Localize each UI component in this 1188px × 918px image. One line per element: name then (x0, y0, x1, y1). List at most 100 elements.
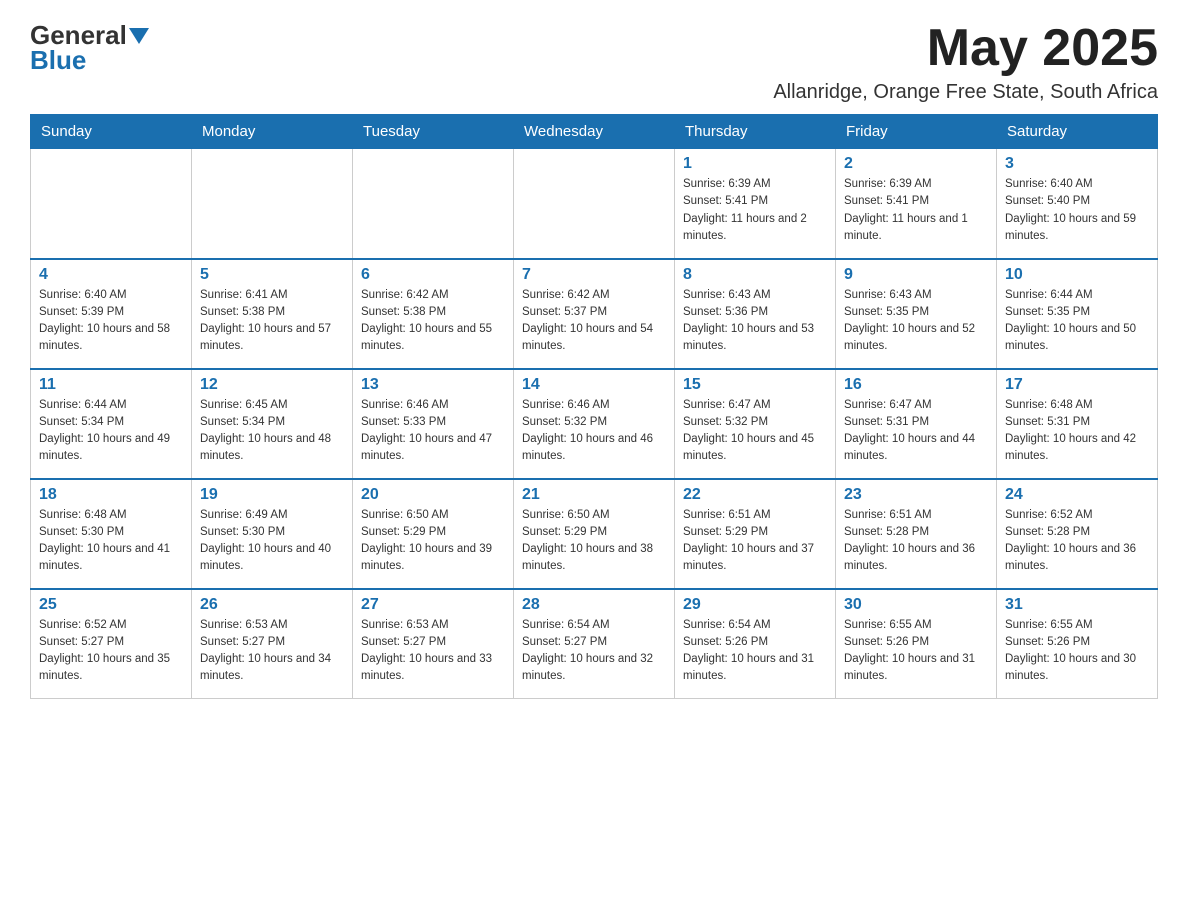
day-info: Sunrise: 6:47 AMSunset: 5:31 PMDaylight:… (844, 397, 988, 466)
calendar-week-row: 1 Sunrise: 6:39 AMSunset: 5:41 PMDaylight… (31, 149, 1158, 259)
calendar-cell: 2 Sunrise: 6:39 AMSunset: 5:41 PMDaylight… (836, 149, 997, 259)
day-info: Sunrise: 6:53 AMSunset: 5:27 PMDaylight:… (361, 617, 505, 686)
day-number: 2 (844, 155, 988, 173)
day-number: 29 (683, 596, 827, 614)
calendar-cell: 11 Sunrise: 6:44 AMSunset: 5:34 PMDayligh… (31, 369, 192, 479)
day-number: 11 (39, 376, 183, 394)
day-info: Sunrise: 6:45 AMSunset: 5:34 PMDaylight:… (200, 397, 344, 466)
day-number: 5 (200, 266, 344, 284)
day-info: Sunrise: 6:55 AMSunset: 5:26 PMDaylight:… (1005, 617, 1149, 686)
calendar-cell: 20Sunrise: 6:50 AMSunset: 5:29 PMDayligh… (353, 479, 514, 589)
calendar-cell: 6 Sunrise: 6:42 AMSunset: 5:38 PMDaylight… (353, 259, 514, 369)
calendar-cell: 1Sunrise: 6:39 AMSunset: 5:41 PMDaylight… (675, 149, 836, 259)
calendar-cell: 24 Sunrise: 6:52 AMSunset: 5:28 PMDayligh… (997, 479, 1158, 589)
day-number: 21 (522, 486, 666, 504)
day-number: 3 (1005, 155, 1149, 173)
day-number: 10 (1005, 266, 1149, 284)
calendar-cell: 17Sunrise: 6:48 AMSunset: 5:31 PMDayligh… (997, 369, 1158, 479)
day-number: 31 (1005, 596, 1149, 614)
calendar-cell: 8 Sunrise: 6:43 AMSunset: 5:36 PMDaylight… (675, 259, 836, 369)
title-section: May 2025 Allanridge, Orange Free State, … (773, 20, 1158, 104)
day-info: Sunrise: 6:49 AMSunset: 5:30 PMDaylight:… (200, 507, 344, 576)
calendar-cell: 4 Sunrise: 6:40 AMSunset: 5:39 PMDaylight… (31, 259, 192, 369)
day-number: 8 (683, 266, 827, 284)
day-info: Sunrise: 6:39 AMSunset: 5:41 PMDaylight:… (844, 176, 988, 245)
day-info: Sunrise: 6:42 AMSunset: 5:38 PMDaylight:… (361, 287, 505, 356)
day-number: 7 (522, 266, 666, 284)
calendar-cell: 18Sunrise: 6:48 AMSunset: 5:30 PMDayligh… (31, 479, 192, 589)
calendar-cell: 13 Sunrise: 6:46 AMSunset: 5:33 PMDayligh… (353, 369, 514, 479)
calendar-cell: 26 Sunrise: 6:53 AMSunset: 5:27 PMDayligh… (192, 589, 353, 699)
day-number: 13 (361, 376, 505, 394)
day-number: 12 (200, 376, 344, 394)
calendar-cell: 12 Sunrise: 6:45 AMSunset: 5:34 PMDayligh… (192, 369, 353, 479)
day-info: Sunrise: 6:43 AMSunset: 5:36 PMDaylight:… (683, 287, 827, 356)
calendar-week-row: 25 Sunrise: 6:52 AMSunset: 5:27 PMDayligh… (31, 589, 1158, 699)
calendar-week-row: 18Sunrise: 6:48 AMSunset: 5:30 PMDayligh… (31, 479, 1158, 589)
day-number: 23 (844, 486, 988, 504)
page-header: General Blue May 2025 Allanridge, Orange… (30, 20, 1158, 104)
calendar-header-row: SundayMondayTuesdayWednesdayThursdayFrid… (31, 115, 1158, 149)
calendar-header-wednesday: Wednesday (514, 115, 675, 149)
calendar-cell: 14 Sunrise: 6:46 AMSunset: 5:32 PMDayligh… (514, 369, 675, 479)
day-info: Sunrise: 6:46 AMSunset: 5:33 PMDaylight:… (361, 397, 505, 466)
logo-blue-text: Blue (30, 45, 86, 76)
day-number: 19 (200, 486, 344, 504)
calendar-table: SundayMondayTuesdayWednesdayThursdayFrid… (30, 114, 1158, 699)
location-title: Allanridge, Orange Free State, South Afr… (773, 81, 1158, 104)
day-number: 25 (39, 596, 183, 614)
day-info: Sunrise: 6:47 AMSunset: 5:32 PMDaylight:… (683, 397, 827, 466)
calendar-cell: 15 Sunrise: 6:47 AMSunset: 5:32 PMDayligh… (675, 369, 836, 479)
day-info: Sunrise: 6:52 AMSunset: 5:28 PMDaylight:… (1005, 507, 1149, 576)
calendar-header-monday: Monday (192, 115, 353, 149)
day-number: 1 (683, 155, 827, 173)
calendar-cell (353, 149, 514, 259)
day-number: 14 (522, 376, 666, 394)
calendar-header-tuesday: Tuesday (353, 115, 514, 149)
calendar-header-saturday: Saturday (997, 115, 1158, 149)
calendar-cell: 9 Sunrise: 6:43 AMSunset: 5:35 PMDaylight… (836, 259, 997, 369)
logo: General Blue (30, 20, 149, 76)
day-info: Sunrise: 6:44 AMSunset: 5:34 PMDaylight:… (39, 397, 183, 466)
day-info: Sunrise: 6:46 AMSunset: 5:32 PMDaylight:… (522, 397, 666, 466)
calendar-cell: 3 Sunrise: 6:40 AMSunset: 5:40 PMDaylight… (997, 149, 1158, 259)
day-number: 24 (1005, 486, 1149, 504)
day-number: 15 (683, 376, 827, 394)
day-number: 20 (361, 486, 505, 504)
calendar-cell: 31 Sunrise: 6:55 AMSunset: 5:26 PMDayligh… (997, 589, 1158, 699)
day-number: 4 (39, 266, 183, 284)
day-info: Sunrise: 6:40 AMSunset: 5:40 PMDaylight:… (1005, 176, 1149, 245)
day-info: Sunrise: 6:43 AMSunset: 5:35 PMDaylight:… (844, 287, 988, 356)
calendar-header-thursday: Thursday (675, 115, 836, 149)
day-info: Sunrise: 6:52 AMSunset: 5:27 PMDaylight:… (39, 617, 183, 686)
day-info: Sunrise: 6:42 AMSunset: 5:37 PMDaylight:… (522, 287, 666, 356)
day-info: Sunrise: 6:50 AMSunset: 5:29 PMDaylight:… (522, 507, 666, 576)
day-number: 22 (683, 486, 827, 504)
logo-triangle-icon (129, 28, 149, 44)
day-info: Sunrise: 6:51 AMSunset: 5:28 PMDaylight:… (844, 507, 988, 576)
calendar-cell (514, 149, 675, 259)
day-number: 30 (844, 596, 988, 614)
calendar-header-sunday: Sunday (31, 115, 192, 149)
calendar-cell: 30 Sunrise: 6:55 AMSunset: 5:26 PMDayligh… (836, 589, 997, 699)
calendar-cell (31, 149, 192, 259)
calendar-cell: 29Sunrise: 6:54 AMSunset: 5:26 PMDayligh… (675, 589, 836, 699)
day-info: Sunrise: 6:48 AMSunset: 5:30 PMDaylight:… (39, 507, 183, 576)
day-number: 17 (1005, 376, 1149, 394)
day-number: 26 (200, 596, 344, 614)
day-info: Sunrise: 6:54 AMSunset: 5:27 PMDaylight:… (522, 617, 666, 686)
calendar-cell: 21 Sunrise: 6:50 AMSunset: 5:29 PMDayligh… (514, 479, 675, 589)
day-info: Sunrise: 6:53 AMSunset: 5:27 PMDaylight:… (200, 617, 344, 686)
calendar-cell: 27 Sunrise: 6:53 AMSunset: 5:27 PMDayligh… (353, 589, 514, 699)
day-number: 27 (361, 596, 505, 614)
day-number: 6 (361, 266, 505, 284)
calendar-cell: 19 Sunrise: 6:49 AMSunset: 5:30 PMDayligh… (192, 479, 353, 589)
day-info: Sunrise: 6:40 AMSunset: 5:39 PMDaylight:… (39, 287, 183, 356)
day-info: Sunrise: 6:41 AMSunset: 5:38 PMDaylight:… (200, 287, 344, 356)
calendar-cell (192, 149, 353, 259)
day-number: 9 (844, 266, 988, 284)
calendar-cell: 23 Sunrise: 6:51 AMSunset: 5:28 PMDayligh… (836, 479, 997, 589)
calendar-cell: 16Sunrise: 6:47 AMSunset: 5:31 PMDayligh… (836, 369, 997, 479)
calendar-week-row: 11 Sunrise: 6:44 AMSunset: 5:34 PMDayligh… (31, 369, 1158, 479)
day-info: Sunrise: 6:55 AMSunset: 5:26 PMDaylight:… (844, 617, 988, 686)
